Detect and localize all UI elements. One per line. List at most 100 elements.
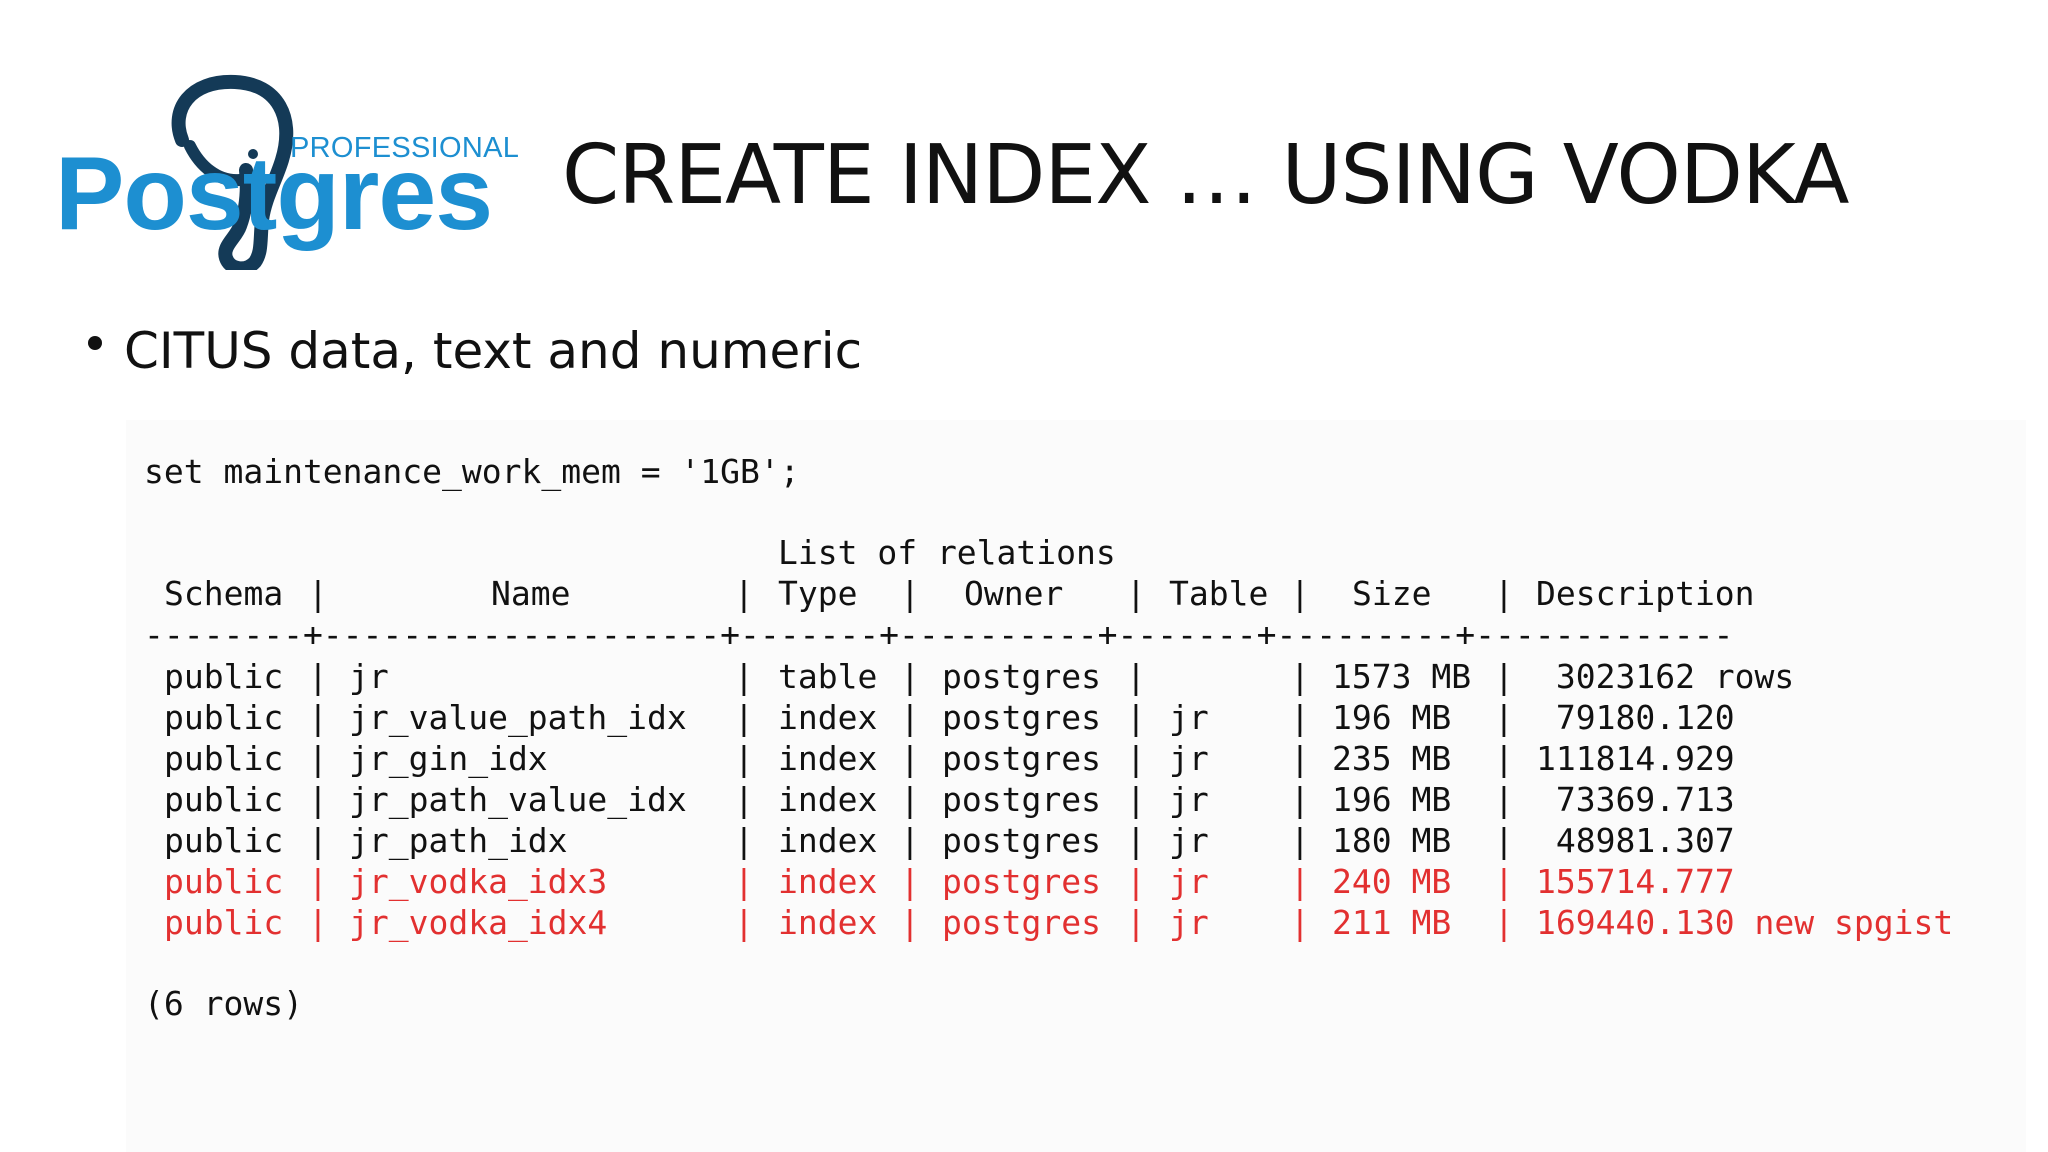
cell-schema: public [164, 780, 284, 819]
column-divider: | [734, 698, 754, 737]
column-divider: | [900, 903, 920, 942]
column-divider: | [1126, 862, 1146, 901]
cell-description: 111814.929 [1536, 739, 1735, 778]
bullet-point: CITUS data, text and numeric [88, 322, 862, 380]
table-footer: (6 rows) [144, 984, 303, 1023]
logo-wordmark: Postgres [55, 136, 493, 252]
cell-type: index [778, 862, 878, 901]
cell-type: index [778, 780, 878, 819]
cell-owner: postgres [942, 698, 1101, 737]
header-schema: Schema [164, 574, 284, 613]
cell-table: jr [1169, 739, 1209, 778]
cell-owner: postgres [942, 780, 1101, 819]
column-divider: | [734, 739, 754, 778]
cell-name: jr_vodka_idx4 [349, 903, 608, 942]
column-divider: | [308, 862, 328, 901]
column-divider: | [734, 657, 754, 696]
cell-type: index [778, 698, 878, 737]
table-caption: List of relations [778, 533, 1116, 572]
column-divider: | [1494, 698, 1514, 737]
cell-description: 3023162 rows [1536, 657, 1795, 696]
column-divider: | [1126, 657, 1146, 696]
cell-type: index [778, 903, 878, 942]
cell-size: 196 MB [1332, 698, 1452, 737]
cell-name: jr_vodka_idx3 [349, 862, 608, 901]
column-divider: | [900, 821, 920, 860]
cell-schema: public [164, 903, 284, 942]
cell-owner: postgres [942, 657, 1101, 696]
column-divider: | [308, 739, 328, 778]
cell-size: 235 MB [1332, 739, 1452, 778]
cell-description: 79180.120 [1536, 698, 1735, 737]
cell-table: jr [1169, 780, 1209, 819]
column-divider: | [900, 780, 920, 819]
header-name: Name [491, 574, 571, 613]
set-command: set maintenance_work_mem = '1GB'; [144, 452, 800, 491]
column-divider: | [1126, 821, 1146, 860]
cell-type: index [778, 739, 878, 778]
cell-schema: public [164, 821, 284, 860]
cell-owner: postgres [942, 862, 1101, 901]
column-divider: | [734, 903, 754, 942]
cell-name: jr_path_idx [349, 821, 568, 860]
header-type: Type [778, 574, 858, 613]
cell-table: jr [1169, 903, 1209, 942]
column-divider: | [1494, 657, 1514, 696]
cell-type: table [778, 657, 878, 696]
cell-type: index [778, 821, 878, 860]
column-divider: | [308, 903, 328, 942]
cell-size: 240 MB [1332, 862, 1452, 901]
column-divider: | [308, 698, 328, 737]
cell-table: jr [1169, 698, 1209, 737]
slide-title: CREATE INDEX … USING VODKA [562, 128, 1849, 223]
table-separator: --------+--------------------+-------+--… [144, 615, 1734, 654]
cell-schema: public [164, 698, 284, 737]
cell-name: jr_path_value_idx [349, 780, 687, 819]
cell-size: 211 MB [1332, 903, 1452, 942]
cell-owner: postgres [942, 903, 1101, 942]
postgres-professional-logo: PROFESSIONAL Postgres [50, 70, 519, 270]
column-divider: | [1126, 903, 1146, 942]
cell-name: jr [349, 657, 389, 696]
bullet-dot-icon [88, 335, 102, 350]
cell-size: 196 MB [1332, 780, 1452, 819]
header-owner: Owner [964, 574, 1064, 613]
column-divider: | [1494, 862, 1514, 901]
cell-name: jr_gin_idx [349, 739, 548, 778]
column-divider: | [900, 739, 920, 778]
column-divider: | [1126, 739, 1146, 778]
cell-table: jr [1169, 862, 1209, 901]
column-divider: | [1290, 862, 1310, 901]
bullet-text: CITUS data, text and numeric [124, 322, 863, 380]
column-divider: | [1290, 698, 1310, 737]
column-divider: | [734, 821, 754, 860]
cell-owner: postgres [942, 739, 1101, 778]
cell-size: 1573 MB [1332, 657, 1472, 696]
cell-owner: postgres [942, 821, 1101, 860]
cell-description: 73369.713 [1536, 780, 1735, 819]
cell-description: 169440.130 new spgist [1536, 903, 1954, 942]
column-divider: | [1126, 780, 1146, 819]
header-table: Table [1169, 574, 1269, 613]
column-divider: | [308, 657, 328, 696]
cell-size: 180 MB [1332, 821, 1452, 860]
column-divider: | [1290, 739, 1310, 778]
cell-name: jr_value_path_idx [349, 698, 687, 737]
column-divider: | [1290, 657, 1310, 696]
cell-schema: public [164, 657, 284, 696]
cell-schema: public [164, 739, 284, 778]
column-divider: | [1290, 821, 1310, 860]
column-divider: | [734, 780, 754, 819]
cell-table: jr [1169, 821, 1209, 860]
column-divider: | [1494, 780, 1514, 819]
column-divider: | [1290, 903, 1310, 942]
column-divider: | [734, 862, 754, 901]
column-divider: | [1290, 780, 1310, 819]
column-divider: | [1494, 903, 1514, 942]
column-divider: | [1494, 739, 1514, 778]
column-divider: | [308, 821, 328, 860]
column-divider: | [900, 698, 920, 737]
column-divider: | [1494, 821, 1514, 860]
cell-schema: public [164, 862, 284, 901]
header-description: Description [1536, 574, 1755, 613]
